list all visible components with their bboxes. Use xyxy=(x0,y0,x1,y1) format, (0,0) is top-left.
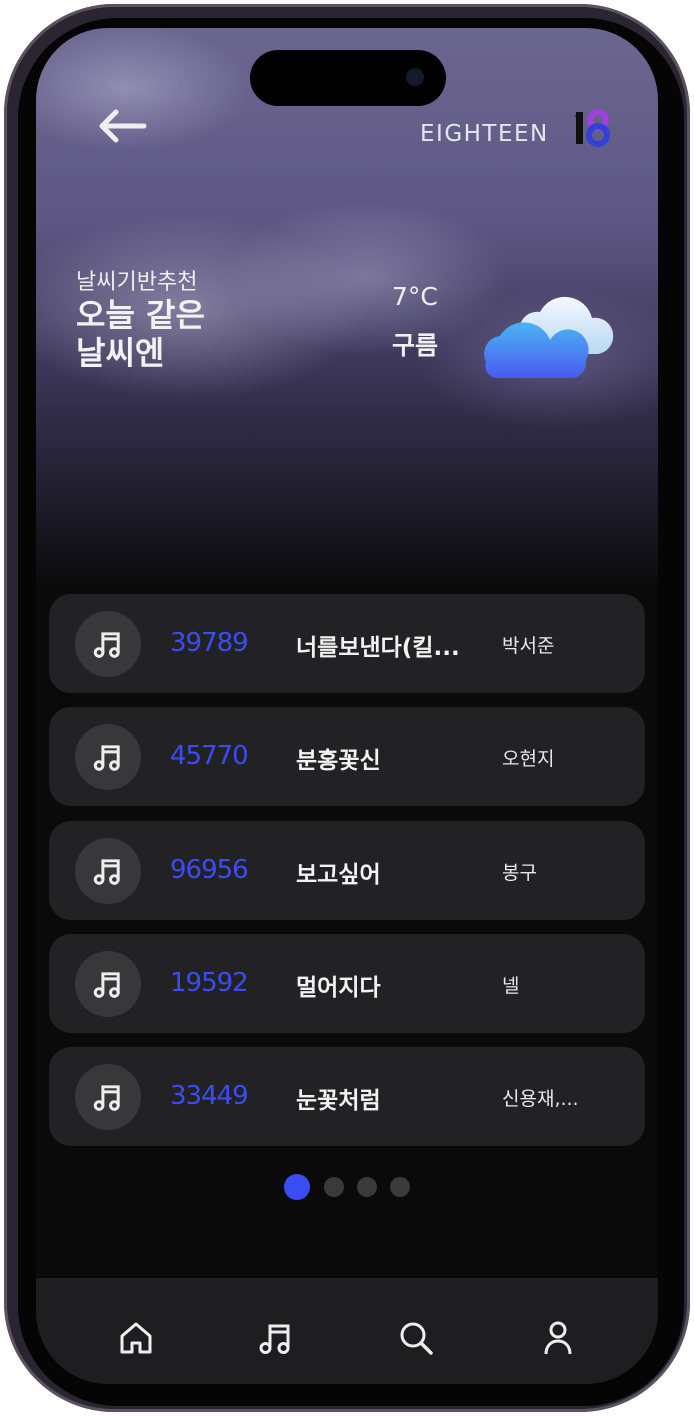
camera xyxy=(406,68,424,86)
recommendation-subtitle: 날씨기반추천 xyxy=(76,270,198,295)
arrow-left-icon[interactable] xyxy=(94,106,150,146)
song-row[interactable]: 96956 보고싶어 봉구 xyxy=(49,821,645,920)
weather-condition: 구름 xyxy=(392,331,439,360)
song-artist: 넬 xyxy=(502,975,520,997)
page-dot-2[interactable] xyxy=(324,1177,344,1197)
dynamic-island xyxy=(250,50,446,106)
song-number: 96956 xyxy=(170,855,249,885)
song-number: 33449 xyxy=(170,1081,249,1111)
music-icon[interactable] xyxy=(256,1318,296,1358)
page-dot-3[interactable] xyxy=(357,1177,377,1197)
temperature: 7°C xyxy=(392,282,438,311)
song-title: 멀어지다 xyxy=(296,975,381,1001)
search-icon[interactable] xyxy=(396,1318,436,1358)
song-artist: 봉구 xyxy=(502,862,537,884)
song-row[interactable]: 45770 분홍꽃신 오현지 xyxy=(49,707,645,806)
song-number: 45770 xyxy=(170,741,249,771)
song-row[interactable]: 19592 멀어지다 넬 xyxy=(49,934,645,1033)
song-row[interactable]: 33449 눈꽃처럼 신용재,... xyxy=(49,1047,645,1146)
song-title: 보고싶어 xyxy=(296,862,381,888)
song-title: 분홍꽃신 xyxy=(296,748,381,774)
song-number: 39789 xyxy=(170,628,249,658)
music-note-icon xyxy=(75,1064,141,1130)
song-number: 19592 xyxy=(170,968,249,998)
brand-name: EIGHTEEN xyxy=(420,121,549,147)
logo-18 xyxy=(574,109,610,147)
page-title: 오늘 같은 날씨엔 xyxy=(76,296,205,372)
page-dot-4[interactable] xyxy=(390,1177,410,1197)
song-row[interactable]: 39789 너를보낸다(킬... 박서준 xyxy=(49,594,645,693)
page-dot-1[interactable] xyxy=(284,1174,310,1200)
home-icon[interactable] xyxy=(116,1318,156,1358)
music-note-icon xyxy=(75,951,141,1017)
song-artist: 박서준 xyxy=(502,635,555,657)
title-line-1: 오늘 같은 xyxy=(76,296,205,334)
song-artist: 오현지 xyxy=(502,748,555,770)
music-note-icon xyxy=(75,611,141,677)
music-note-icon xyxy=(75,838,141,904)
user-icon[interactable] xyxy=(538,1318,578,1358)
song-title: 눈꽃처럼 xyxy=(296,1088,381,1114)
bottom-nav xyxy=(36,1278,658,1384)
song-title: 너를보낸다(킬... xyxy=(296,635,460,661)
screen: EIGHTEEN 날씨기반추천 오늘 같은 날씨엔 7°C 구름 39789 너를… xyxy=(36,28,658,1384)
music-note-icon xyxy=(75,724,141,790)
cloud-icon xyxy=(484,296,614,378)
title-line-2: 날씨엔 xyxy=(76,334,165,372)
song-artist: 신용재,... xyxy=(502,1088,579,1110)
